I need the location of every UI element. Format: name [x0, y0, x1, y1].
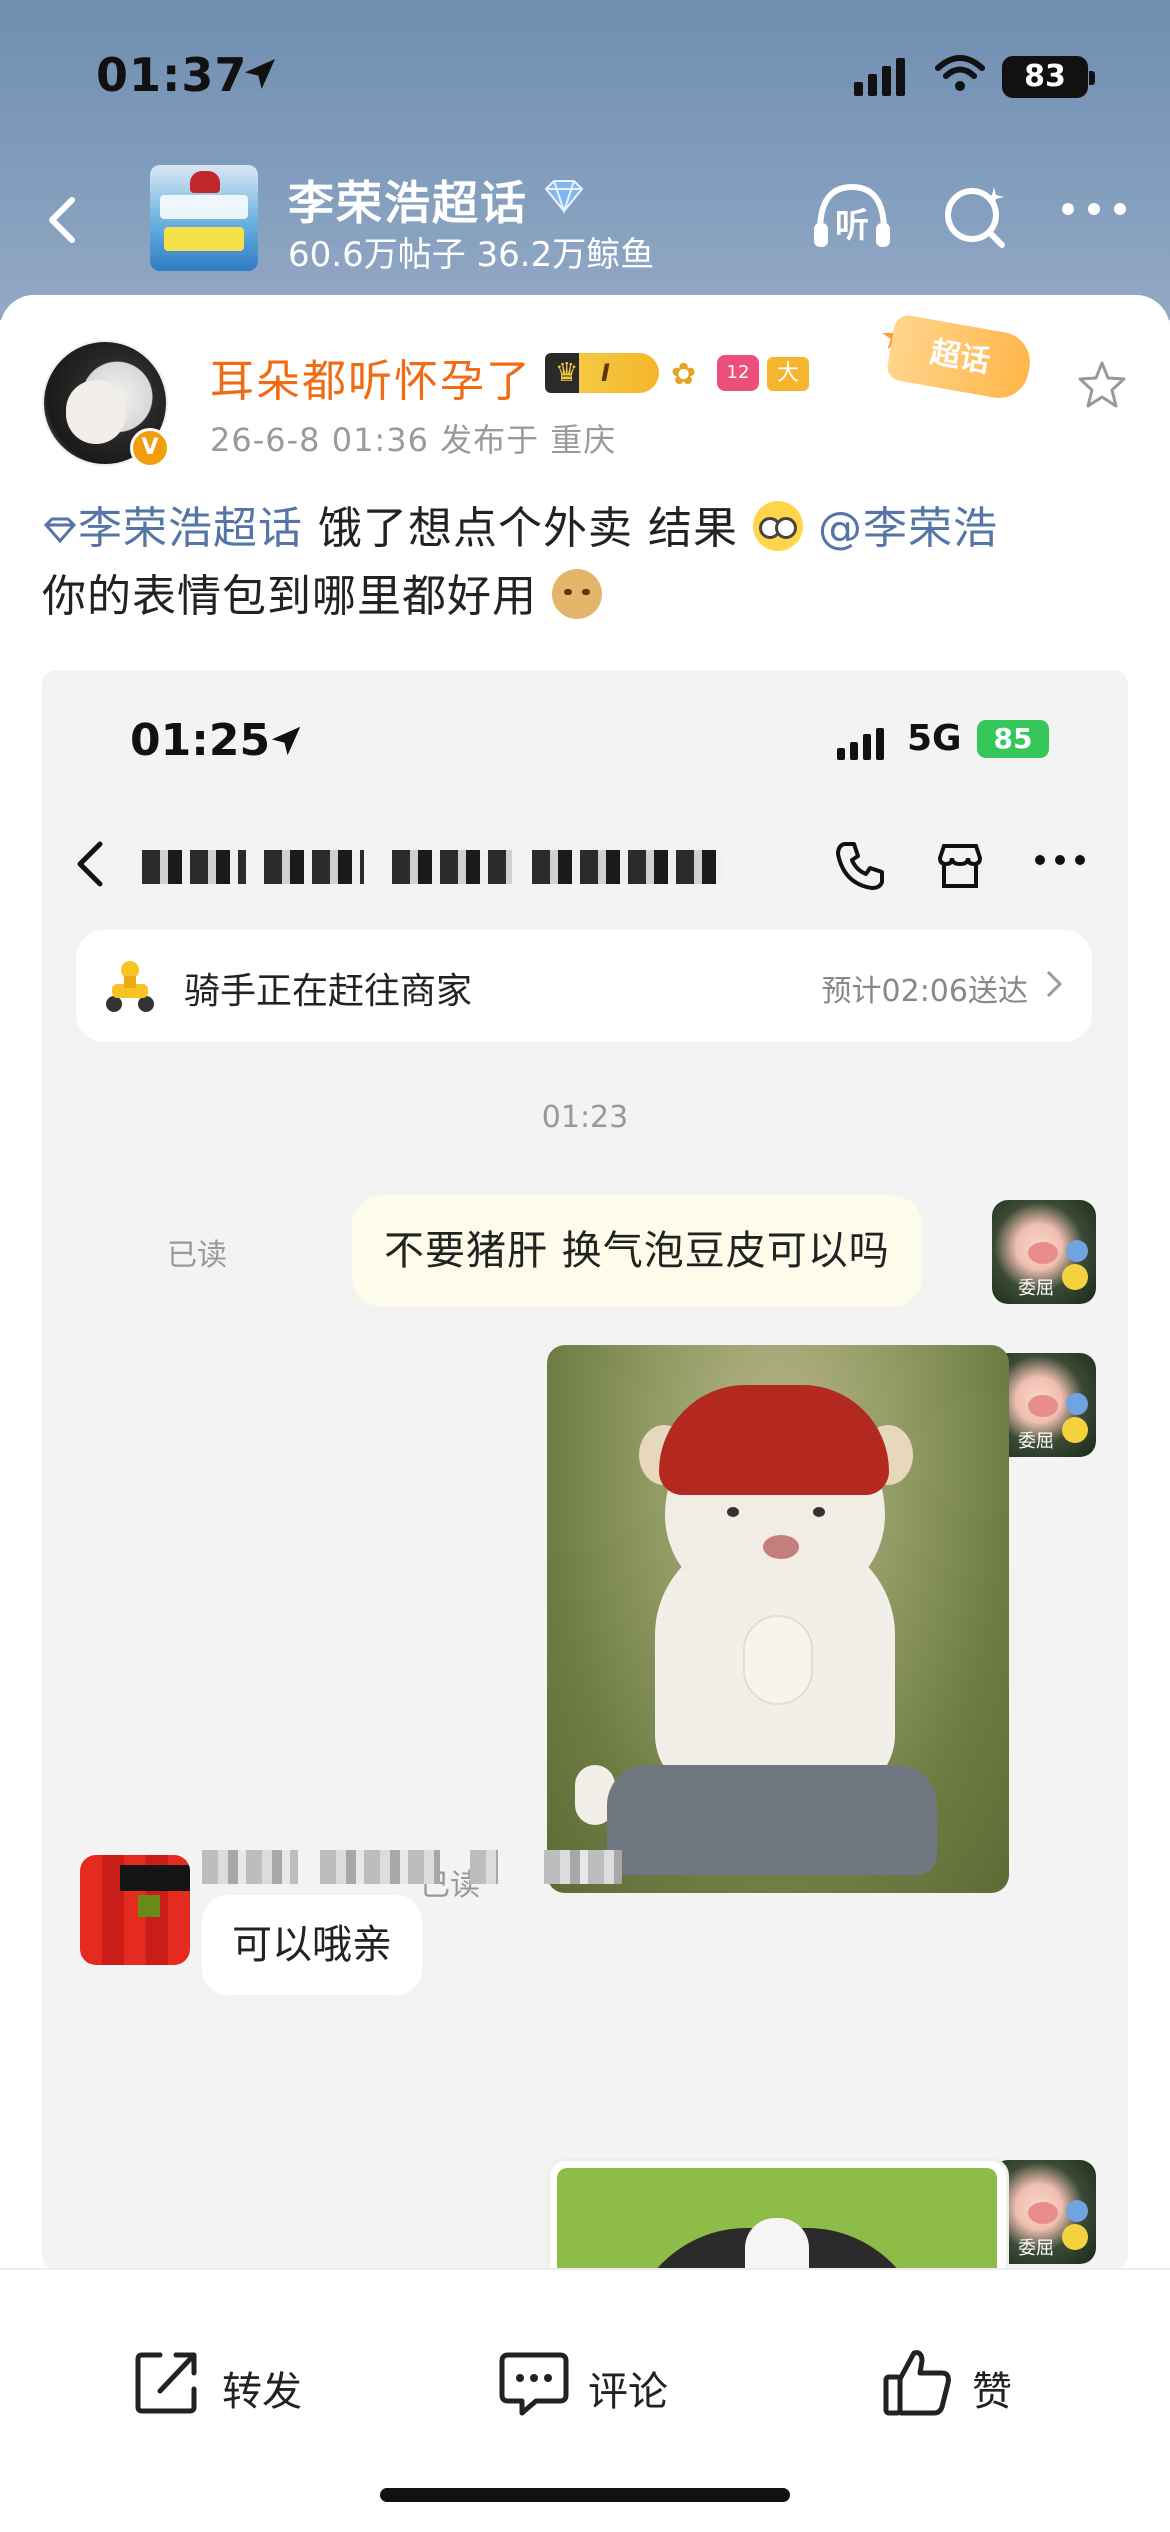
- post-text-segment: 你的表情包到哪里都好用: [42, 571, 537, 622]
- daka-badge: 大咖: [767, 357, 810, 420]
- back-icon: [70, 836, 110, 896]
- topic-stats: 60.6万帖子 36.2万鲸鱼: [288, 235, 655, 275]
- post-action-bar: 转发 评论 赞: [0, 2268, 1170, 2532]
- blurred-shop-name: [264, 850, 364, 884]
- crown-level-badge: ♛ I: [545, 353, 659, 393]
- rider-status-text: 骑手正在赶往商家: [184, 971, 473, 1012]
- sticker-image-partial: [557, 2168, 997, 2270]
- share-label: 转发: [222, 2369, 302, 2415]
- blurred-shop-name: [142, 850, 246, 884]
- like-label: 赞: [972, 2369, 1012, 2415]
- chaohua-tag: 超话: [885, 313, 1035, 403]
- chevron-right-icon: [1042, 964, 1066, 1008]
- svg-text:听: 听: [835, 206, 869, 246]
- topic-thumbnail[interactable]: [150, 165, 258, 271]
- more-icon[interactable]: [1058, 199, 1130, 223]
- topic-header: 01:37 83 李荣浩超话 60.6万帖子 36.2万鲸鱼 听: [0, 0, 1170, 320]
- my-avatar: 委屈: [992, 1200, 1096, 1304]
- crown-icon: ♛: [555, 358, 579, 388]
- post-meta: 26-6-8 01:36 发布于 重庆: [210, 421, 617, 459]
- sunflower-icon: ✿: [671, 357, 697, 392]
- comment-icon: [499, 2352, 569, 2416]
- emoji-doge-icon: [552, 569, 602, 619]
- battery-indicator: 85: [977, 720, 1049, 758]
- like-button[interactable]: 赞: [880, 2345, 1012, 2425]
- search-icon[interactable]: [940, 181, 1012, 257]
- merchant-message-bubble: 可以哦亲: [202, 1895, 422, 1995]
- post-card: V 耳朵都听怀孕了 ♛ I ✿ 12 大咖 ★ 超话 26-6-8 01:36 …: [0, 295, 1170, 2270]
- sticker-image-dog-wig: [547, 1345, 1009, 1893]
- message-timestamp: 01:23: [541, 1100, 629, 1135]
- comment-label: 评论: [588, 2369, 668, 2415]
- screenshot-status-time: 01:25: [130, 715, 271, 766]
- phone-icon: [832, 838, 888, 898]
- location-arrow-icon: [267, 722, 305, 764]
- topic-link[interactable]: 李荣浩超话: [42, 503, 303, 554]
- merchant-avatar: [80, 1855, 190, 1965]
- listen-icon[interactable]: 听: [810, 181, 894, 257]
- verified-badge-icon: V: [130, 428, 170, 468]
- back-icon[interactable]: [34, 190, 94, 250]
- wifi-icon: [935, 54, 985, 98]
- more-icon: [1032, 852, 1088, 871]
- member-level-badge: 12: [717, 355, 759, 391]
- diamond-icon: [540, 177, 588, 221]
- mention-link[interactable]: @李荣浩: [818, 503, 998, 554]
- status-bar: 01:37 83: [0, 40, 1170, 110]
- post-image[interactable]: 01:25 5G 85 骑手正在赶往商家 预计02:06送达 01:23 已读 …: [42, 670, 1128, 2270]
- username[interactable]: 耳朵都听怀孕了: [210, 345, 532, 409]
- network-label: 5G: [907, 718, 962, 759]
- topic-nav: 李荣浩超话 60.6万帖子 36.2万鲸鱼 听: [0, 165, 1170, 275]
- status-time: 01:37: [96, 48, 248, 102]
- post-text-segment: 饿了想点个外卖 结果: [303, 503, 738, 554]
- blurred-shop-name: [392, 850, 512, 884]
- scooter-icon: [102, 958, 158, 1014]
- read-receipt: 已读: [167, 1238, 227, 1273]
- location-arrow-icon: [240, 54, 280, 98]
- topic-title[interactable]: 李荣浩超话: [288, 167, 528, 233]
- my-message-bubble: 不要猪肝 换气泡豆皮可以吗: [352, 1195, 922, 1307]
- home-indicator[interactable]: [380, 2488, 790, 2502]
- chat-nav: [42, 820, 1128, 910]
- battery-indicator: 83: [1002, 56, 1095, 98]
- rider-status-bar: 骑手正在赶往商家 预计02:06送达: [76, 930, 1092, 1042]
- share-button[interactable]: 转发: [130, 2345, 302, 2425]
- post-text: 李荣浩超话 饿了想点个外卖 结果 @李荣浩 你的表情包到哪里都好用: [42, 495, 1132, 631]
- cellular-signal-icon: [854, 58, 910, 96]
- thumbs-up-icon: [883, 2350, 951, 2416]
- comment-button[interactable]: 评论: [496, 2345, 668, 2425]
- favorite-star-icon[interactable]: [1076, 359, 1128, 415]
- share-icon: [135, 2352, 197, 2414]
- store-icon: [932, 838, 988, 898]
- eta-text: 预计02:06送达: [821, 974, 1028, 1009]
- blurred-shop-name: [532, 850, 722, 884]
- cellular-signal-icon: [837, 728, 889, 760]
- emoji-glasses-icon: [752, 501, 803, 551]
